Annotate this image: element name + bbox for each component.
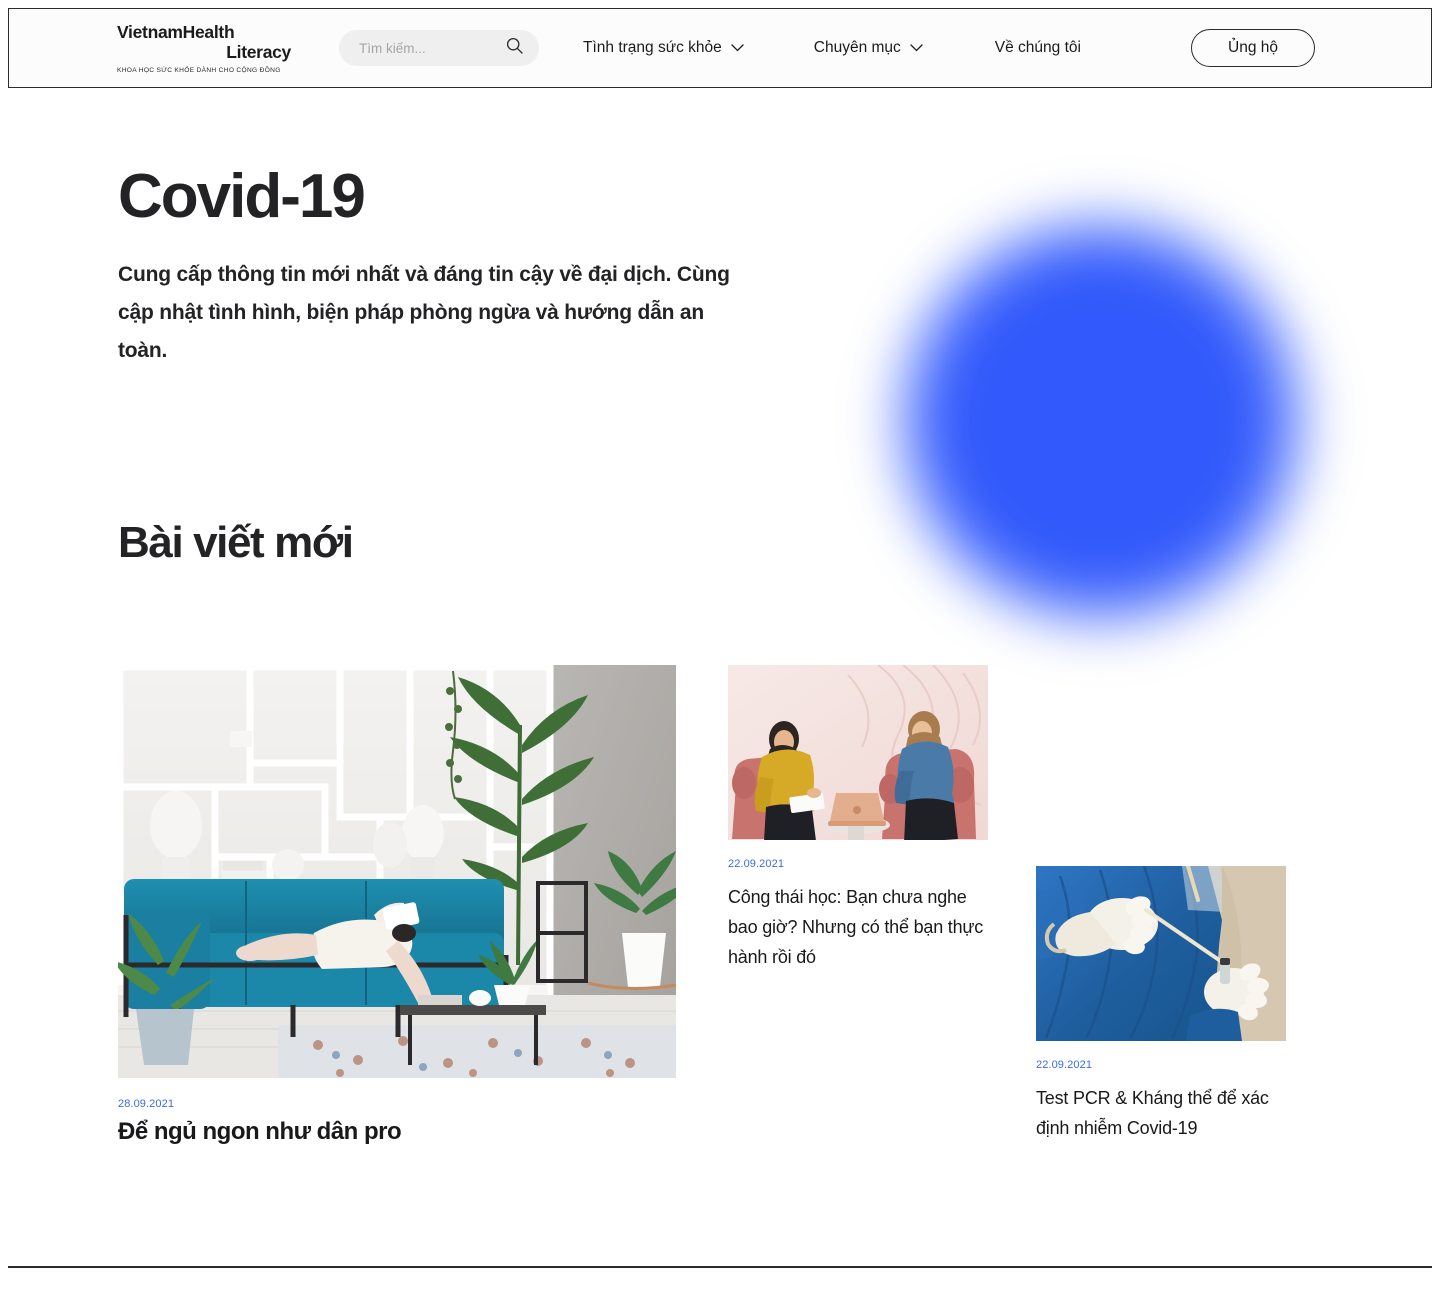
nav-item-label: Tình trạng sức khỏe [583, 39, 722, 56]
chevron-down-icon[interactable] [910, 39, 923, 57]
article-image-sofa[interactable] [118, 665, 676, 1078]
article-meta: 22.09.2021 Test PCR & Kháng thể để xác đ… [1036, 1059, 1286, 1143]
search-icon[interactable] [506, 37, 523, 59]
search-input[interactable] [359, 40, 499, 56]
search-box[interactable] [339, 30, 539, 66]
section-heading-latest-articles: Bài viết mới [118, 518, 354, 567]
article-date: 28.09.2021 [118, 1098, 175, 1110]
logo-tagline: KHOA HỌC SỨC KHỎE DÀNH CHO CỘNG ĐỒNG [117, 66, 281, 74]
article-image-two-women[interactable] [728, 665, 988, 840]
nav-item-label: Về chúng tôi [994, 39, 1081, 56]
logo-line-secondary: Literacy [226, 41, 291, 62]
hero-description: Cung cấp thông tin mới nhất và đáng tin … [118, 263, 730, 362]
article-image-graphic [1036, 866, 1286, 1041]
article-image-graphic [728, 665, 988, 840]
main-navigation: Tình trạng sức khỏe Chuyên mục Về chúng … [583, 39, 1191, 57]
nav-item-health-status[interactable]: Tình trạng sức khỏe [583, 39, 744, 57]
article-title[interactable]: Công thái học: Bạn chưa nghe bao giờ? Nh… [728, 882, 988, 972]
nav-item-categories[interactable]: Chuyên mục [814, 39, 923, 57]
article-date: 22.09.2021 [728, 858, 785, 870]
footer-divider [8, 1266, 1432, 1268]
support-button[interactable]: Ủng hộ [1191, 29, 1315, 67]
nav-item-label: Chuyên mục [813, 39, 901, 56]
site-header: VietnamHealth Literacy KHOA HỌC SỨC KHỎE… [8, 8, 1432, 88]
article-card-ergonomics[interactable]: 22.09.2021 Công thái học: Bạn chưa nghe … [728, 665, 988, 972]
nav-item-about-us[interactable]: Về chúng tôi [995, 39, 1081, 57]
blue-gradient-blob [862, 182, 1340, 660]
site-logo[interactable]: VietnamHealth Literacy KHOA HỌC SỨC KHỎE… [117, 22, 293, 75]
hero-section: Covid-19 Cung cấp thông tin mới nhất và … [118, 162, 758, 370]
article-title[interactable]: Test PCR & Kháng thể để xác định nhiễm C… [1036, 1083, 1286, 1143]
article-meta: 22.09.2021 Công thái học: Bạn chưa nghe … [728, 858, 988, 972]
article-image-graphic [118, 665, 676, 1078]
logo-line-primary: VietnamHealth [117, 21, 235, 42]
article-meta: 28.09.2021 Để ngủ ngon như dân pro [118, 1098, 676, 1148]
chevron-down-icon[interactable] [731, 39, 744, 57]
page-root: VietnamHealth Literacy KHOA HỌC SỨC KHỎE… [0, 0, 1440, 1315]
article-card-main[interactable]: 28.09.2021 Để ngủ ngon như dân pro [118, 665, 676, 1148]
article-image-ppe-swab[interactable] [1036, 866, 1286, 1041]
article-date: 22.09.2021 [1036, 1059, 1093, 1071]
article-title[interactable]: Để ngủ ngon như dân pro [118, 1116, 676, 1148]
article-card-pcr-test[interactable]: 22.09.2021 Test PCR & Kháng thể để xác đ… [1036, 866, 1286, 1143]
page-title: Covid-19 [118, 162, 366, 231]
